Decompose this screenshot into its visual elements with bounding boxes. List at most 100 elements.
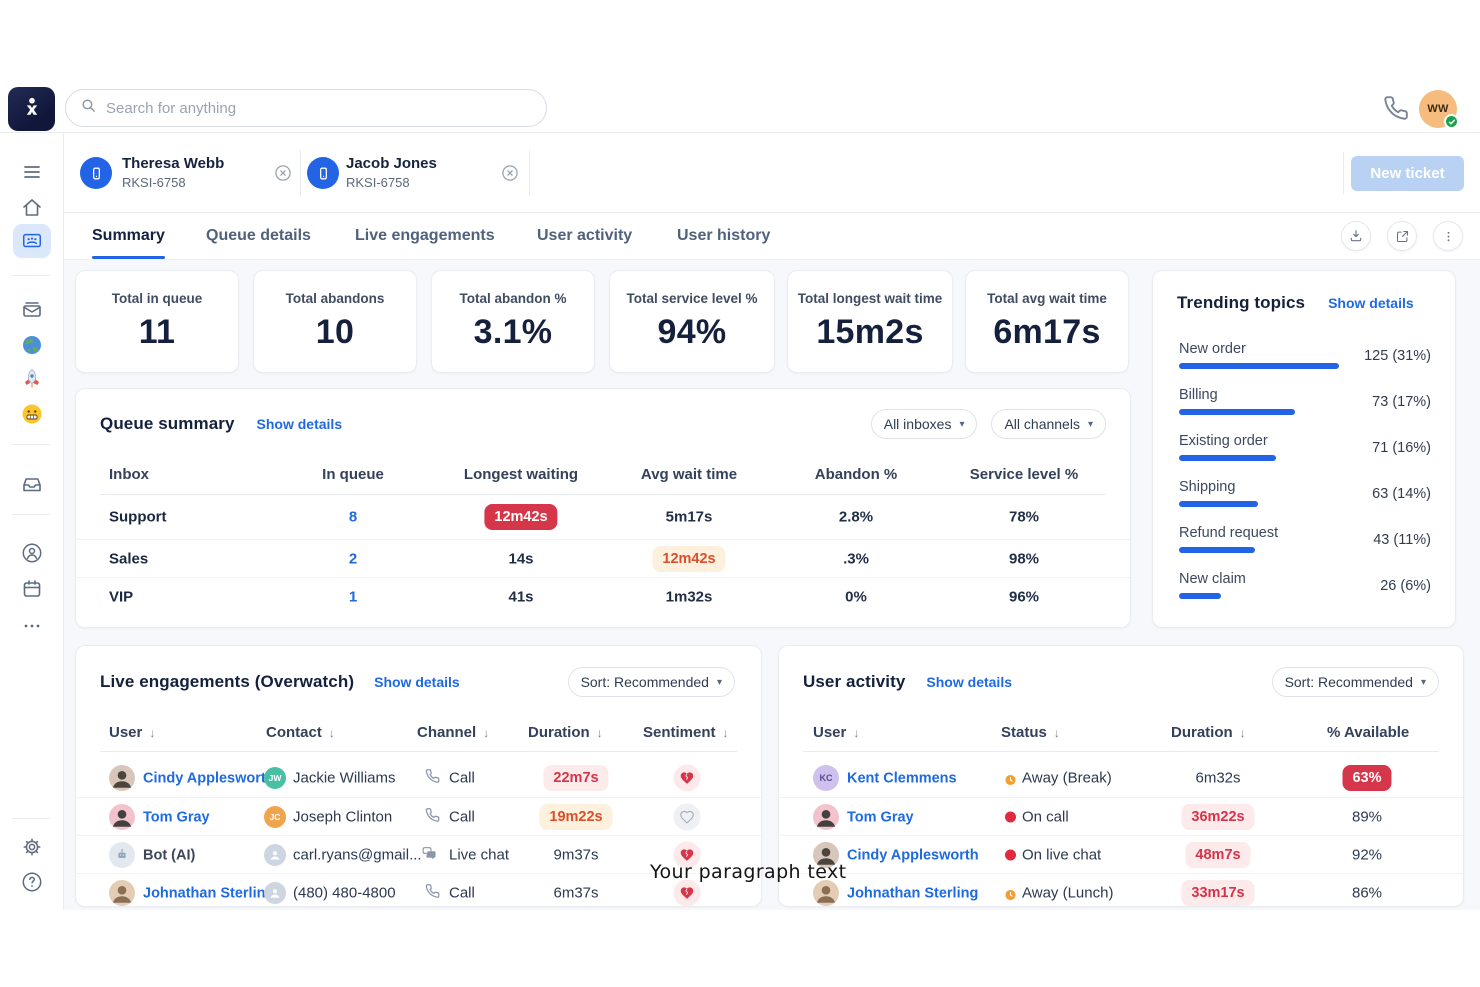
- duration-badge: 33m17s: [1181, 880, 1254, 906]
- col-in-queue[interactable]: In queue: [322, 466, 384, 483]
- queue-summary-title: Queue summary: [100, 414, 235, 434]
- new-ticket-button[interactable]: New ticket: [1351, 156, 1464, 191]
- live-show-details-link[interactable]: Show details: [374, 674, 460, 690]
- col-duration[interactable]: Duration↓: [1171, 724, 1246, 741]
- col-longest-waiting[interactable]: Longest waiting: [464, 466, 578, 483]
- ticket-tab-jacob[interactable]: Jacob Jones RKSI-6758: [307, 133, 527, 213]
- queue-show-details-link[interactable]: Show details: [257, 416, 343, 432]
- global-search: [65, 89, 547, 127]
- user-name-link[interactable]: Kent Clemmens: [847, 771, 957, 787]
- download-button[interactable]: [1341, 221, 1371, 251]
- tab-user-history[interactable]: User history: [677, 213, 770, 259]
- tab-divider: [300, 150, 301, 196]
- hamburger-menu-icon[interactable]: [20, 160, 44, 184]
- user-name-link[interactable]: Cindy Applesworth: [847, 847, 979, 863]
- col-user[interactable]: User↓: [109, 724, 155, 741]
- globe-emoji-icon[interactable]: [20, 333, 44, 357]
- more-vertical-button[interactable]: [1433, 221, 1463, 251]
- ticket-id: RKSI-6758: [346, 175, 410, 190]
- user-name-link[interactable]: Tom Gray: [143, 809, 210, 825]
- all-channels-filter[interactable]: All channels ▾: [991, 409, 1106, 439]
- tab-divider: [1343, 152, 1344, 194]
- live-sort-dropdown[interactable]: Sort: Recommended ▾: [568, 667, 735, 697]
- stat-label: Total service level %: [626, 291, 757, 306]
- col-user[interactable]: User↓: [813, 724, 859, 741]
- col-sentiment[interactable]: Sentiment↓: [643, 724, 729, 741]
- tab-queue-details[interactable]: Queue details: [206, 213, 311, 259]
- longest-waiting-value: 41s: [508, 588, 533, 605]
- stat-label: Total avg wait time: [987, 291, 1107, 306]
- top-bar: WW: [0, 85, 1480, 133]
- sort-arrow-icon: ↓: [1240, 726, 1246, 740]
- user-avatar: [109, 804, 135, 830]
- sort-arrow-icon: ↓: [149, 726, 155, 740]
- avg-wait-badge: 12m42s: [652, 546, 725, 572]
- search-icon: [80, 97, 97, 119]
- tab-live-engagements[interactable]: Live engagements: [355, 213, 495, 259]
- sentiment-negative-icon: [674, 765, 701, 792]
- app-root: WW: [0, 0, 1480, 987]
- user-avatar: [813, 804, 839, 830]
- stat-value: 15m2s: [816, 313, 923, 352]
- nav-tabs: Summary Queue details Live engagements U…: [64, 213, 1480, 260]
- close-icon[interactable]: [500, 163, 520, 183]
- app-logo[interactable]: [8, 87, 55, 131]
- more-horizontal-icon[interactable]: [20, 614, 44, 638]
- activity-show-details-link[interactable]: Show details: [926, 674, 1012, 690]
- settings-gear-icon[interactable]: [20, 835, 44, 859]
- user-avatar-initials: WW: [1427, 103, 1448, 115]
- sidebar-item-workspaces-active[interactable]: [13, 224, 51, 258]
- tab-summary[interactable]: Summary: [92, 213, 165, 259]
- sort-arrow-icon: ↓: [1054, 726, 1060, 740]
- user-name-link[interactable]: Cindy Appleswort.: [143, 771, 270, 787]
- close-icon[interactable]: [273, 163, 293, 183]
- rocket-emoji-icon[interactable]: [20, 367, 44, 391]
- phone-icon[interactable]: [1383, 95, 1409, 121]
- trending-show-details-link[interactable]: Show details: [1328, 295, 1414, 311]
- user-name-link[interactable]: Tom Gray: [847, 809, 914, 825]
- col-service-level-pct[interactable]: Service level %: [970, 466, 1078, 483]
- col-available[interactable]: % Available: [1327, 724, 1409, 741]
- col-contact[interactable]: Contact↓: [266, 724, 335, 741]
- queue-row-vip: VIP 1 41s 1m32s 0% 96%: [76, 577, 1130, 615]
- sidebar-item-mail[interactable]: [20, 298, 44, 322]
- mobile-ticket-icon: [80, 157, 112, 189]
- open-in-new-button[interactable]: [1387, 221, 1417, 251]
- smiley-emoji-icon[interactable]: [20, 402, 44, 426]
- help-icon[interactable]: [20, 870, 44, 894]
- status-label: On call: [1022, 808, 1069, 825]
- all-inboxes-filter[interactable]: All inboxes ▾: [871, 409, 978, 439]
- col-avg-wait-time[interactable]: Avg wait time: [641, 466, 737, 483]
- sidebar-item-calendar[interactable]: [20, 577, 44, 601]
- col-abandon-pct[interactable]: Abandon %: [815, 466, 898, 483]
- sidebar-item-inbox-tray[interactable]: [20, 472, 44, 496]
- user-avatar[interactable]: WW: [1419, 90, 1457, 128]
- col-status[interactable]: Status↓: [1001, 724, 1060, 741]
- in-queue-link[interactable]: 8: [349, 509, 357, 526]
- sidebar-item-contacts[interactable]: [20, 541, 44, 565]
- user-activity-title: User activity: [803, 672, 905, 692]
- ticket-tab-theresa[interactable]: Theresa Webb RKSI-6758: [80, 133, 300, 213]
- col-inbox[interactable]: Inbox: [109, 466, 149, 483]
- user-name-link[interactable]: Johnathan Sterling: [143, 885, 274, 901]
- user-name-link[interactable]: Johnathan Sterling: [847, 885, 978, 901]
- activity-sort-dropdown[interactable]: Sort: Recommended ▾: [1272, 667, 1439, 697]
- in-queue-link[interactable]: 1: [349, 588, 357, 605]
- filter-label: All inboxes: [884, 416, 952, 432]
- channel-label: Call: [449, 770, 475, 787]
- col-channel[interactable]: Channel↓: [417, 724, 489, 741]
- away-clock-icon: [1005, 887, 1016, 898]
- topic-bar: [1179, 593, 1221, 599]
- in-queue-link[interactable]: 2: [349, 550, 357, 567]
- call-icon: [425, 769, 440, 784]
- contact-avatar: JW: [264, 767, 286, 789]
- sidebar: [0, 133, 64, 910]
- chevron-down-icon: ▾: [1421, 677, 1426, 688]
- trending-item: Existing order 71 (16%): [1179, 433, 1431, 475]
- sort-arrow-icon: ↓: [597, 726, 603, 740]
- tab-user-activity[interactable]: User activity: [537, 213, 632, 259]
- sidebar-divider: [12, 275, 50, 276]
- sidebar-item-home[interactable]: [20, 196, 44, 220]
- search-input[interactable]: [106, 100, 532, 117]
- col-duration[interactable]: Duration↓: [528, 724, 603, 741]
